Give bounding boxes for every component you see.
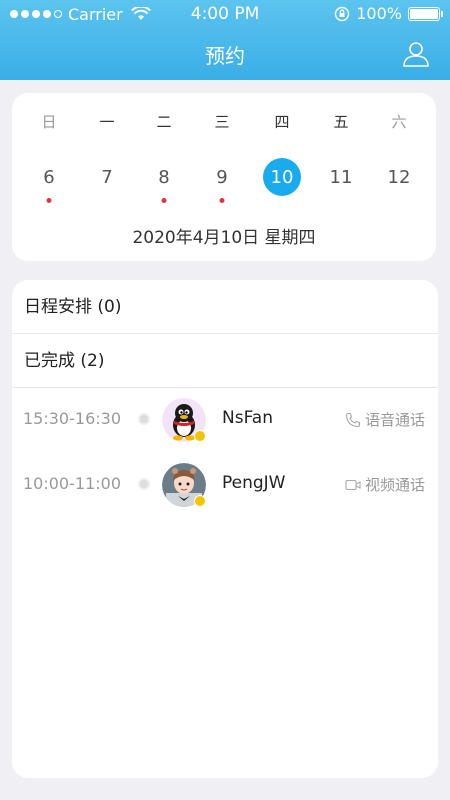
appointment-time: 10:00-11:00 [23, 474, 121, 493]
date-cell-selected[interactable]: 10 [262, 158, 302, 198]
status-radio [138, 413, 150, 425]
call-type: 语音通话 [345, 409, 425, 430]
weekday-thu: 四 [274, 113, 290, 131]
call-type: 视频通话 [345, 474, 425, 495]
date-cell[interactable]: 8 [144, 158, 184, 203]
status-radio [138, 478, 150, 490]
weekday-wed: 三 [214, 113, 230, 131]
video-icon [345, 479, 361, 490]
appointment-name: PengJW [222, 473, 286, 493]
page-title: 预约 [205, 44, 245, 68]
date-cell[interactable]: 11 [321, 158, 361, 198]
rotation-lock-icon [335, 6, 350, 21]
event-dot [46, 198, 52, 203]
appointment-row[interactable]: 10:00-11:00 PengJW 视频通话 [12, 453, 438, 517]
event-dot [161, 198, 167, 203]
battery-percent: 100% [356, 4, 402, 23]
weekday-sun: 日 [41, 113, 57, 131]
weekday-fri: 五 [333, 113, 349, 131]
event-dot [219, 198, 225, 203]
weekday-tue: 二 [156, 113, 172, 131]
weekday-mon: 一 [99, 113, 115, 131]
completed-section-header[interactable]: 已完成 (2) [12, 334, 438, 388]
weekday-sat: 六 [391, 113, 407, 131]
schedule-section-header[interactable]: 日程安排 (0) [12, 280, 438, 334]
battery-icon [408, 6, 443, 21]
appointment-time: 15:30-16:30 [23, 409, 121, 428]
phone-icon [345, 412, 361, 427]
date-cell[interactable]: 6 [29, 158, 69, 203]
selected-date-label: 2020年4月10日 星期四 [132, 228, 316, 248]
date-cell[interactable]: 12 [379, 158, 419, 198]
status-bar: Carrier 4:00 PM 100% [0, 0, 450, 28]
date-cell[interactable]: 7 [87, 158, 127, 198]
date-cell[interactable]: 9 [202, 158, 242, 203]
appointment-row[interactable]: 15:30-16:30 NsFan 语音通话 [12, 388, 438, 452]
verified-badge-icon [194, 495, 206, 507]
appointment-name: NsFan [222, 408, 273, 428]
verified-badge-icon [194, 430, 206, 442]
calendar-card: 日 一 二 三 四 五 六 6 7 8 9 10 11 12 2020年4月10… [12, 93, 436, 261]
user-icon[interactable] [402, 40, 430, 68]
appointments-card: 日程安排 (0) 已完成 (2) 15:30-16:30 NsFan 语音通话 [12, 280, 438, 778]
